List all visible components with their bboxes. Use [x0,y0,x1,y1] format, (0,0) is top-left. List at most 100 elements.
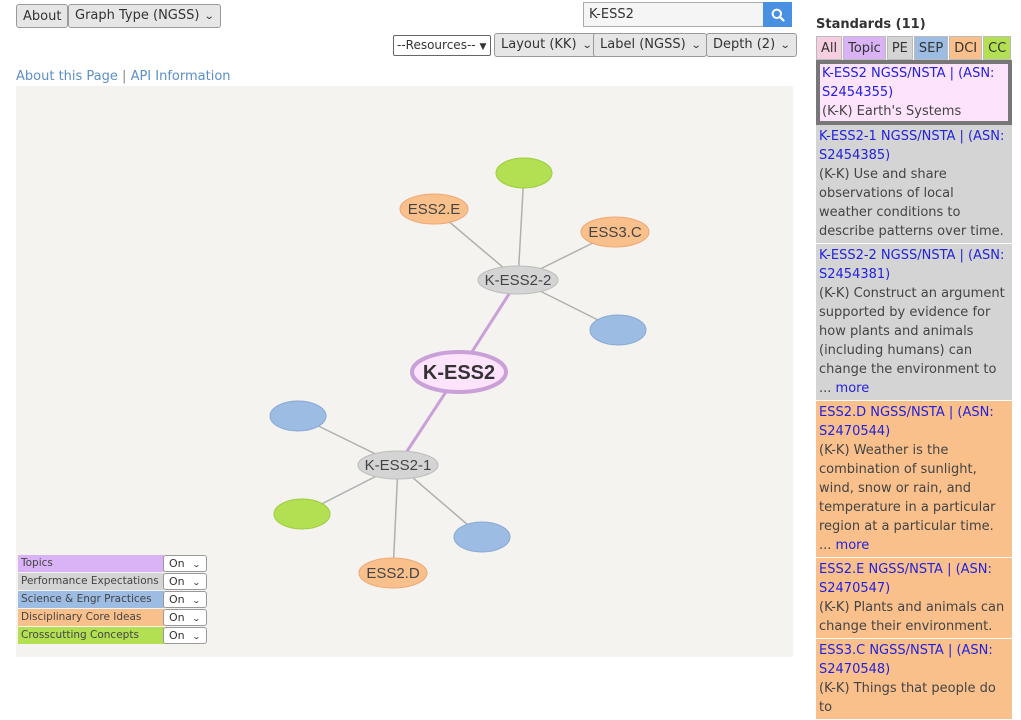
graph-node-sep2[interactable] [269,400,327,432]
panel-title: Standards (11) [816,17,926,32]
standard-card[interactable]: K-ESS2 NGSS/NSTA | (ASN: S2454355) (K-K) … [816,60,1012,125]
chevron-down-icon: ⌄ [191,577,201,587]
standard-card[interactable]: K-ESS2-1 NGSS/NSTA | (ASN: S2454385) (K-K… [816,125,1012,244]
chevron-down-icon: ⌄ [204,11,216,22]
chevron-down-icon: ⌄ [191,595,201,605]
graph-canvas[interactable]: K-ESS2 K-ESS2-2 K-ESS2-1 ESS2.E ESS3.C ESS2.D… [16,86,793,657]
graph-edge [392,464,399,574]
node-label: K-ESS2-2 [485,272,552,289]
standard-description: (K-K) Construct an argument supported by… [819,286,1005,396]
graph-node-sep3[interactable] [453,521,511,553]
graph-node-sep1[interactable] [589,314,647,346]
standard-title-link[interactable]: K-ESS2-2 NGSS/NSTA | (ASN: S2454381) [819,246,1009,284]
legend-label: Crosscutting Concepts [18,626,164,644]
more-link[interactable]: more [836,538,870,553]
search-icon [771,8,785,22]
chevron-down-icon: ⌄ [690,40,702,51]
node-label: K-ESS2 [423,362,495,384]
graph-type-select[interactable]: Graph Type (NGSS) ⌄ [68,4,221,28]
filter-tabs: All Topic PE SEP DCI CC [816,36,1012,60]
graph-edge [517,172,525,281]
tab-pe[interactable]: PE [886,36,913,60]
chevron-down-icon: ⌄ [191,631,201,641]
node-label: K-ESS2-1 [365,457,432,474]
legend-toggle-value: On [169,556,185,570]
node-shape[interactable] [273,498,331,530]
node-label: ESS2.D [366,565,420,582]
graph-node-cc1[interactable] [495,157,553,189]
graph-node-cc2[interactable] [273,498,331,530]
link-separator: | [122,69,127,84]
about-page-link[interactable]: About this Page [16,69,118,84]
legend: Topics On ⌄ Performance Expectations On ⌄ Scie… [18,554,207,644]
graph-node-pe1[interactable]: K-ESS2-1 [357,450,439,480]
node-shape[interactable] [269,400,327,432]
standard-description: (K-K) Things that people do to [819,681,996,715]
standard-card[interactable]: ESS2.D NGSS/NSTA | (ASN: S2470544) (K-K) … [816,401,1012,558]
search-input[interactable] [583,2,763,27]
graph-node-ess2d[interactable]: ESS2.D [358,557,428,589]
legend-row-pe: Performance Expectations On ⌄ [18,572,207,590]
legend-toggle-select[interactable]: On ⌄ [163,608,207,626]
standards-list[interactable]: K-ESS2 NGSS/NSTA | (ASN: S2454355) (K-K) … [816,60,1012,720]
api-info-link[interactable]: API Information [131,69,231,84]
standards-panel: Standards (11) All Topic PE SEP DCI CC K-ESS2… [816,16,1012,720]
search-button[interactable] [763,2,792,27]
info-links: About this Page | API Information [16,69,231,84]
resources-select[interactable]: --Resources-- ▼ [393,35,491,56]
legend-label: Science & Engr Practices [18,590,164,608]
tab-cc[interactable]: CC [983,36,1012,60]
standard-description: (K-K) Use and share observations of loca… [819,167,1004,239]
label-select-label: Label (NGSS) [600,37,686,52]
standard-card[interactable]: ESS3.C NGSS/NSTA | (ASN: S2470548) (K-K) … [816,639,1012,720]
graph-node-ess3c[interactable]: ESS3.C [580,216,650,248]
chevron-down-icon: ⌄ [581,40,593,51]
node-shape[interactable] [495,157,553,189]
legend-row-cc: Crosscutting Concepts On ⌄ [18,626,207,644]
layout-select[interactable]: Layout (KK) ⌄ [494,33,598,57]
resources-label: --Resources-- [397,38,476,52]
about-button[interactable]: About [16,4,69,28]
legend-toggle-value: On [169,592,185,606]
caret-down-icon: ▼ [479,42,487,52]
legend-toggle-select[interactable]: On ⌄ [163,572,207,590]
tab-all[interactable]: All [816,36,843,60]
legend-toggle-select[interactable]: On ⌄ [163,626,207,644]
layout-label: Layout (KK) [501,37,577,52]
depth-label: Depth (2) [713,37,776,52]
standard-card[interactable]: K-ESS2-2 NGSS/NSTA | (ASN: S2454381) (K-K… [816,244,1012,401]
node-label: ESS3.C [588,224,642,241]
standard-title-link[interactable]: ESS2.E NGSS/NSTA | (ASN: S2470547) [819,560,1009,598]
tab-sep[interactable]: SEP [913,36,949,60]
node-label: ESS2.E [408,201,461,218]
legend-toggle-value: On [169,628,185,642]
node-shape[interactable] [453,521,511,553]
chevron-down-icon: ⌄ [191,559,201,569]
tab-dci[interactable]: DCI [949,36,983,60]
legend-toggle-select[interactable]: On ⌄ [163,590,207,608]
legend-label: Performance Expectations [18,572,164,590]
legend-toggle-value: On [169,610,185,624]
node-shape[interactable] [589,314,647,346]
graph-node-ess2e[interactable]: ESS2.E [399,193,469,225]
legend-row-sep: Science & Engr Practices On ⌄ [18,590,207,608]
standard-title-link[interactable]: ESS2.D NGSS/NSTA | (ASN: S2470544) [819,403,1009,441]
label-select[interactable]: Label (NGSS) ⌄ [593,33,708,57]
standard-description: (K-K) Plants and animals can change thei… [819,600,1005,634]
more-link[interactable]: more [836,381,870,396]
graph-node-pe2[interactable]: K-ESS2-2 [477,265,559,295]
chevron-down-icon: ⌄ [191,613,201,623]
standard-title-link[interactable]: K-ESS2-1 NGSS/NSTA | (ASN: S2454385) [819,127,1009,165]
standard-title-link[interactable]: K-ESS2 NGSS/NSTA | (ASN: S2454355) [822,64,1006,102]
depth-select[interactable]: Depth (2) ⌄ [706,33,797,57]
legend-row-topic: Topics On ⌄ [18,554,207,572]
standard-title-link[interactable]: ESS3.C NGSS/NSTA | (ASN: S2470548) [819,641,1009,679]
tab-topic[interactable]: Topic [843,36,886,60]
standard-description: (K-K) Weather is the combination of sunl… [819,443,996,553]
chevron-down-icon: ⌄ [779,40,791,51]
legend-toggle-select[interactable]: On ⌄ [163,554,207,572]
legend-toggle-value: On [169,574,185,588]
standard-card[interactable]: ESS2.E NGSS/NSTA | (ASN: S2470547) (K-K) … [816,558,1012,639]
legend-row-dci: Disciplinary Core Ideas On ⌄ [18,608,207,626]
graph-node-root[interactable]: K-ESS2 [410,350,508,394]
